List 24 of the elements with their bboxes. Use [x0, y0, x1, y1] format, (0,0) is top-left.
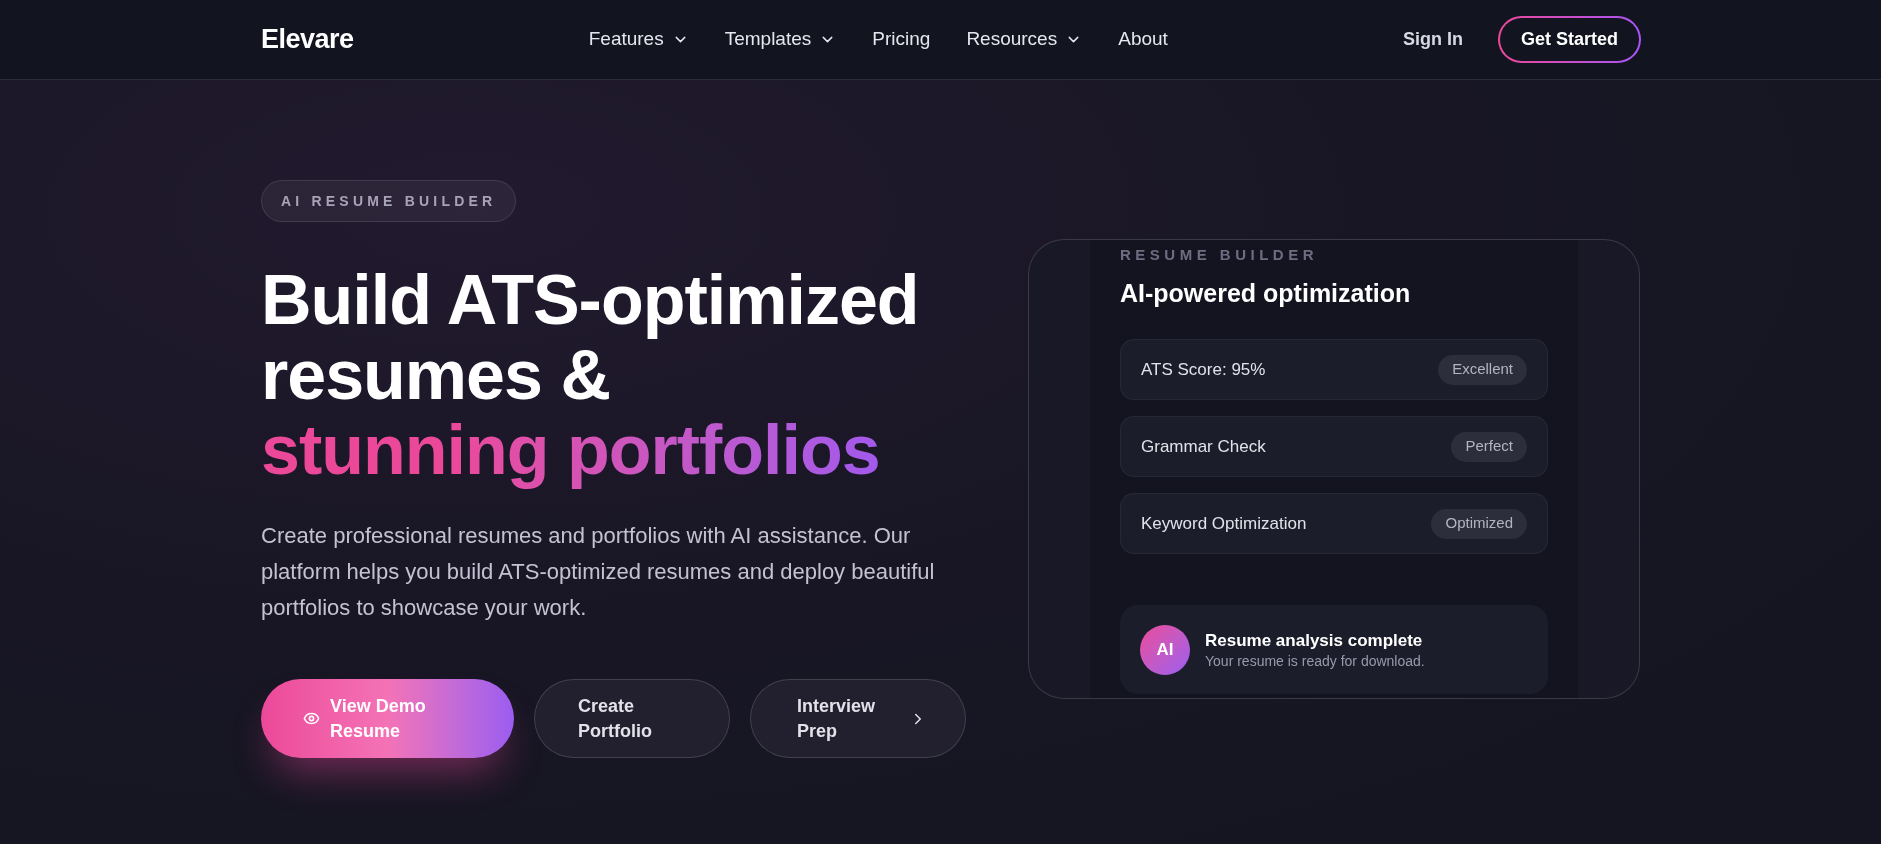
nav-link[interactable]: Resources: [966, 25, 1083, 54]
ai-avatar: AI: [1140, 624, 1190, 675]
eye-icon: [303, 710, 320, 727]
check-label: Keyword Optimization: [1141, 512, 1307, 535]
create-portfolio-button[interactable]: Create Portfolio: [534, 679, 730, 758]
notification-message: Your resume is ready for download.: [1205, 651, 1425, 670]
check-label: Grammar Check: [1141, 435, 1266, 458]
nav-link[interactable]: Templates: [724, 25, 837, 54]
hero-description: Create professional resumes and portfolios with AI assistance. Our platform helps you build ATS-optimized resumes and deploy beautiful portfolios to showcase your work.: [261, 522, 936, 622]
section-badge: AI RESUME BUILDER: [261, 180, 517, 222]
check-label: ATS Score: 95%: [1141, 358, 1266, 381]
sign-in-link[interactable]: Sign In: [1402, 26, 1463, 53]
status-pill: Excellent: [1438, 354, 1527, 385]
brand-logo[interactable]: Elevare: [261, 19, 354, 60]
interview-prep-button[interactable]: Interview Prep: [750, 679, 966, 758]
card-eyebrow: RESUME BUILDER: [1120, 246, 1318, 263]
nav-link[interactable]: About: [1118, 25, 1168, 54]
card-title: AI-powered optimization: [1120, 278, 1411, 308]
nav-link[interactable]: Pricing: [872, 25, 931, 54]
status-pill: Perfect: [1451, 431, 1527, 462]
notification-title: Resume analysis complete: [1205, 629, 1424, 652]
status-pill: Optimized: [1431, 508, 1527, 539]
nav-link[interactable]: Features: [588, 25, 689, 54]
hero-headline: Build ATS-optimized resumes & stunning portfolios: [261, 263, 920, 490]
